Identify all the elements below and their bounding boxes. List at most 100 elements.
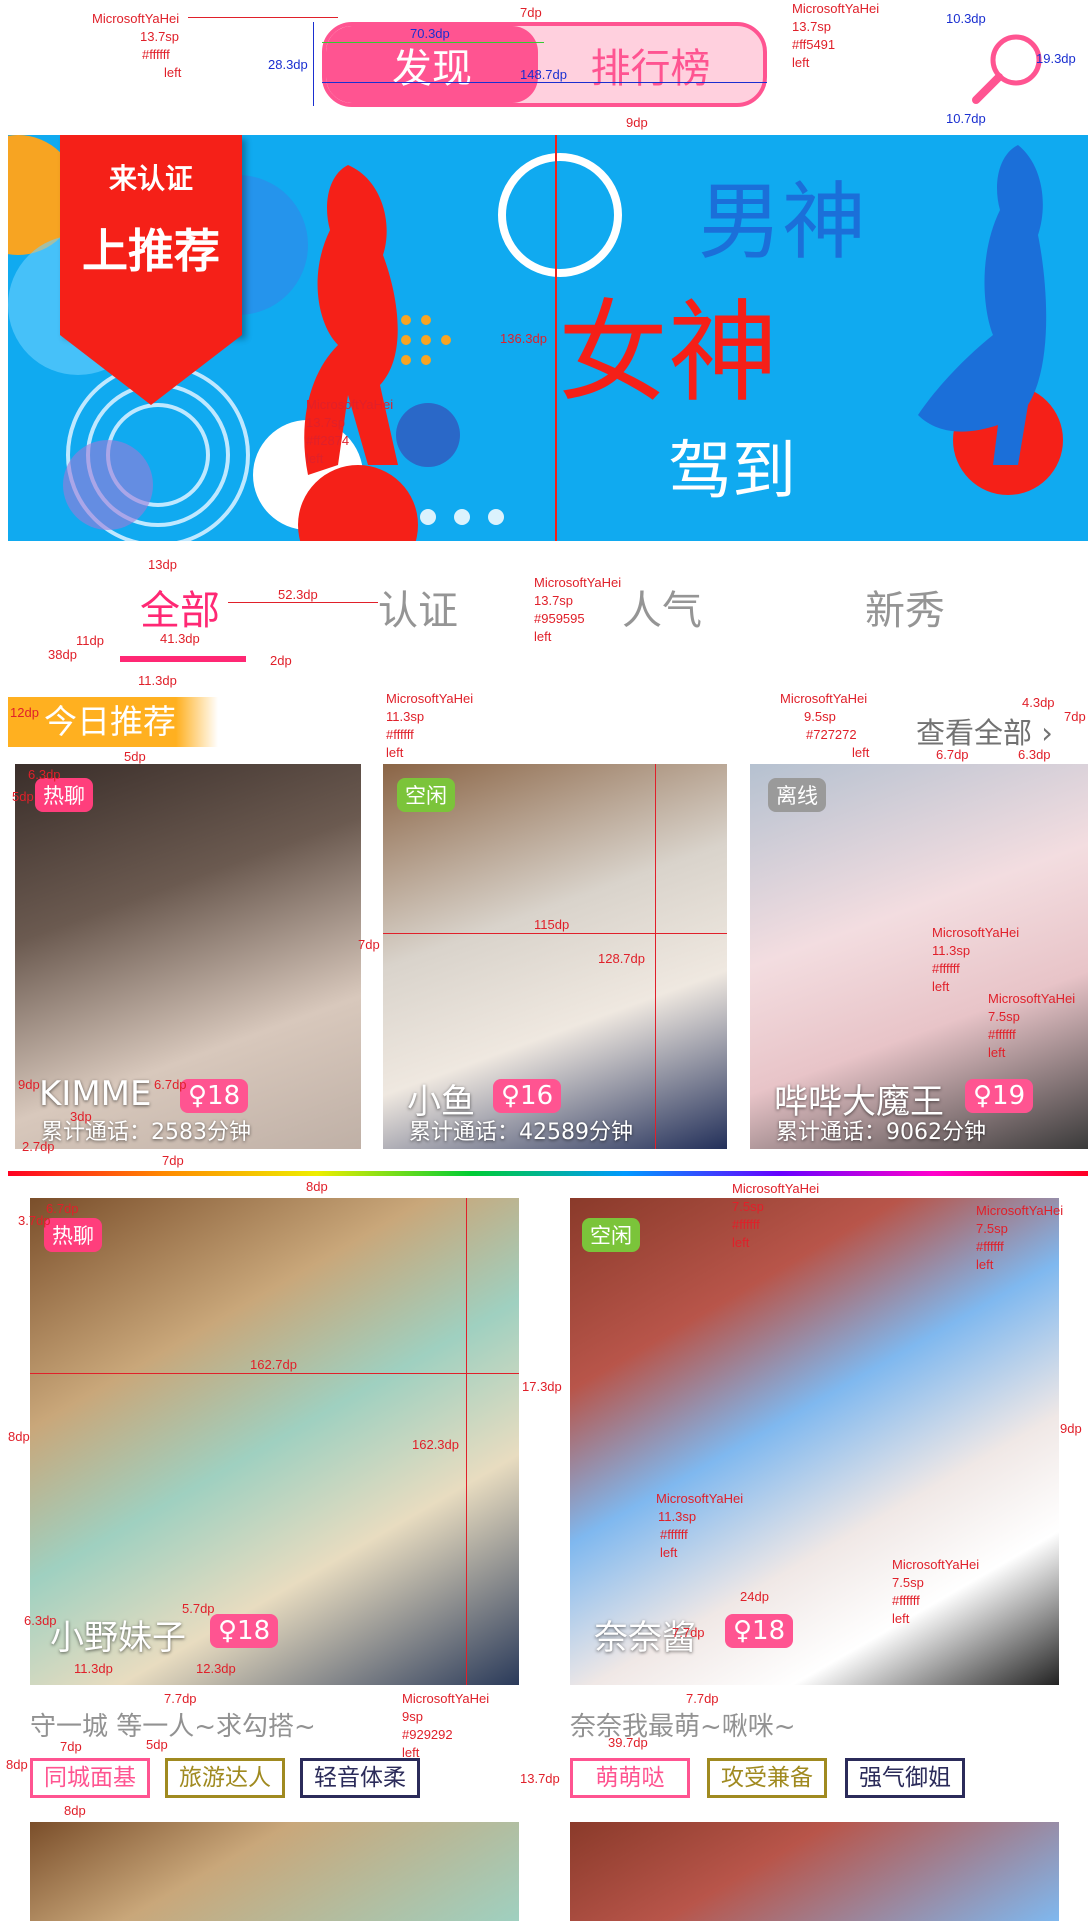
annotation: #ffffff [976,1239,1004,1254]
annotation: #ffffff [932,961,960,976]
annotation: left [402,1745,420,1760]
annotation: 19.3dp [1036,51,1076,66]
tag-line-2: 上推荐 [82,224,220,278]
annotation: MicrosoftYaHei [306,397,394,412]
female-icon: ♀ [501,1081,521,1111]
annotation: left [988,1045,1006,1060]
annotation: 28.3dp [268,57,308,72]
annotation: 11.3dp [74,1661,113,1676]
annotation: 5dp [146,1737,168,1752]
category-popular[interactable]: 人气 [622,578,702,636]
photo [570,1822,1059,1921]
photo [30,1822,519,1921]
annotation: 10.3dp [946,11,986,26]
age-badge: ♀16 [493,1079,562,1113]
annotation: #ffffff [892,1593,920,1608]
annotation: 6.7dp [154,1077,187,1092]
certify-tag: 来认证 上推荐 [60,135,242,405]
annotation: 7dp [358,937,380,952]
annotation: #ffffff [142,47,170,62]
annotation: 24dp [740,1589,769,1604]
annotation: 8dp [64,1803,86,1818]
annotation: 3dp [70,1109,92,1124]
annotation: MicrosoftYaHei [534,575,622,590]
female-icon: ♀ [973,1081,993,1111]
annotation: 39.7dp [608,1735,648,1750]
annotation: 9sp [402,1709,423,1724]
annotation: 5dp [12,789,34,804]
annotation: 9dp [626,115,648,130]
annotation: 17.3dp [522,1379,562,1394]
annotation: 11.3sp [932,943,971,958]
tag-chip[interactable]: 轻音体柔 [300,1758,420,1798]
feed-card[interactable] [30,1822,519,1921]
call-total: 累计通话：42589分钟 [409,1120,633,1145]
tag-chip[interactable]: 旅游达人 [165,1758,285,1798]
today-card[interactable]: 空闲 小鱼 ♀16 累计通话：42589分钟 [383,764,727,1149]
age-badge: ♀18 [210,1614,279,1648]
annotation: 3.7dp [18,1213,51,1228]
banner-headline-female: 女神 [558,289,778,417]
annotation: left [892,1611,910,1626]
annotation: left [386,745,404,760]
annotation: 8dp [6,1757,28,1772]
tag-chip[interactable]: 萌萌哒 [570,1758,690,1798]
category-indicator [120,656,246,662]
annotation: 12.3dp [196,1661,236,1676]
annotation: 70.3dp [410,26,450,41]
tag-chip[interactable]: 强气御姐 [845,1758,965,1798]
annotation: left [732,1235,750,1250]
tag-chip[interactable]: 攻受兼备 [707,1758,827,1798]
annotation: left [792,55,810,70]
promo-banner[interactable]: 来认证 上推荐 男神 女神 驾到 [8,135,1088,541]
annotation: 12dp [10,705,39,720]
female-icon: ♀ [218,1616,238,1646]
annotation: MicrosoftYaHei [932,925,1020,940]
annotation: MicrosoftYaHei [988,991,1076,1006]
annotation: 6.3dp [1018,747,1051,762]
card-name: 小野妹子 [50,1618,186,1658]
annotation: 11dp [76,633,104,648]
annotation: MicrosoftYaHei [656,1491,744,1506]
annotation: left [932,979,950,994]
view-all-label: 查看全部 [916,716,1033,750]
banner-pager[interactable] [420,509,504,525]
top-tab-switch: 发现 排行榜 [322,22,767,107]
annotation: left [306,451,324,466]
status-badge: 热聊 [44,1218,102,1252]
female-icon: ♀ [188,1081,208,1111]
annotation: MicrosoftYaHei [732,1181,820,1196]
annotation: 9.5sp [804,709,836,724]
annotation: MicrosoftYaHei [402,1691,490,1706]
annotation: 13.7sp [140,29,180,44]
tag-chip[interactable]: 同城面基 [30,1758,150,1798]
annotation: MicrosoftYaHei [386,691,474,706]
annotation: #ffffff [988,1027,1016,1042]
annotation: 2dp [270,653,292,668]
call-total: 累计通话：9062分钟 [776,1120,986,1145]
annotation: 7.5sp [892,1575,924,1590]
category-certified[interactable]: 认证 [378,578,458,636]
age-badge: ♀18 [180,1079,249,1113]
category-new[interactable]: 新秀 [865,578,945,636]
tag-line-1: 来认证 [108,162,193,195]
screen: 发现 排行榜 来认证 上推荐 男神 女神 驾到 全部 认证 人气 新秀 今日推荐… [0,0,1088,1921]
feed-card[interactable] [570,1822,1059,1921]
today-card[interactable]: 热聊 KIMME ♀18 累计通话：2583分钟 [15,764,361,1149]
annotation: 8dp [8,1429,30,1444]
age-badge: ♀18 [725,1614,794,1648]
annotation: 7dp [162,1153,184,1168]
annotation: #727272 [806,727,857,742]
motto: 奈奈我最萌~啾咪~ [570,1712,796,1742]
annotation: MicrosoftYaHei [780,691,868,706]
today-card[interactable]: 离线 哔哔大魔王 ♀19 累计通话：9062分钟 [750,764,1088,1149]
tab-ranking[interactable]: 排行榜 [538,26,763,103]
annotation: 7.7dp [686,1691,719,1706]
annotation: #929292 [402,1727,453,1742]
annotation: 6.3dp [24,1613,57,1628]
annotation: left [534,629,552,644]
annotation: 10.7dp [946,111,986,126]
category-all[interactable]: 全部 [140,578,220,636]
annotation: 11.3sp [658,1509,697,1524]
rainbow-divider [8,1171,1088,1176]
